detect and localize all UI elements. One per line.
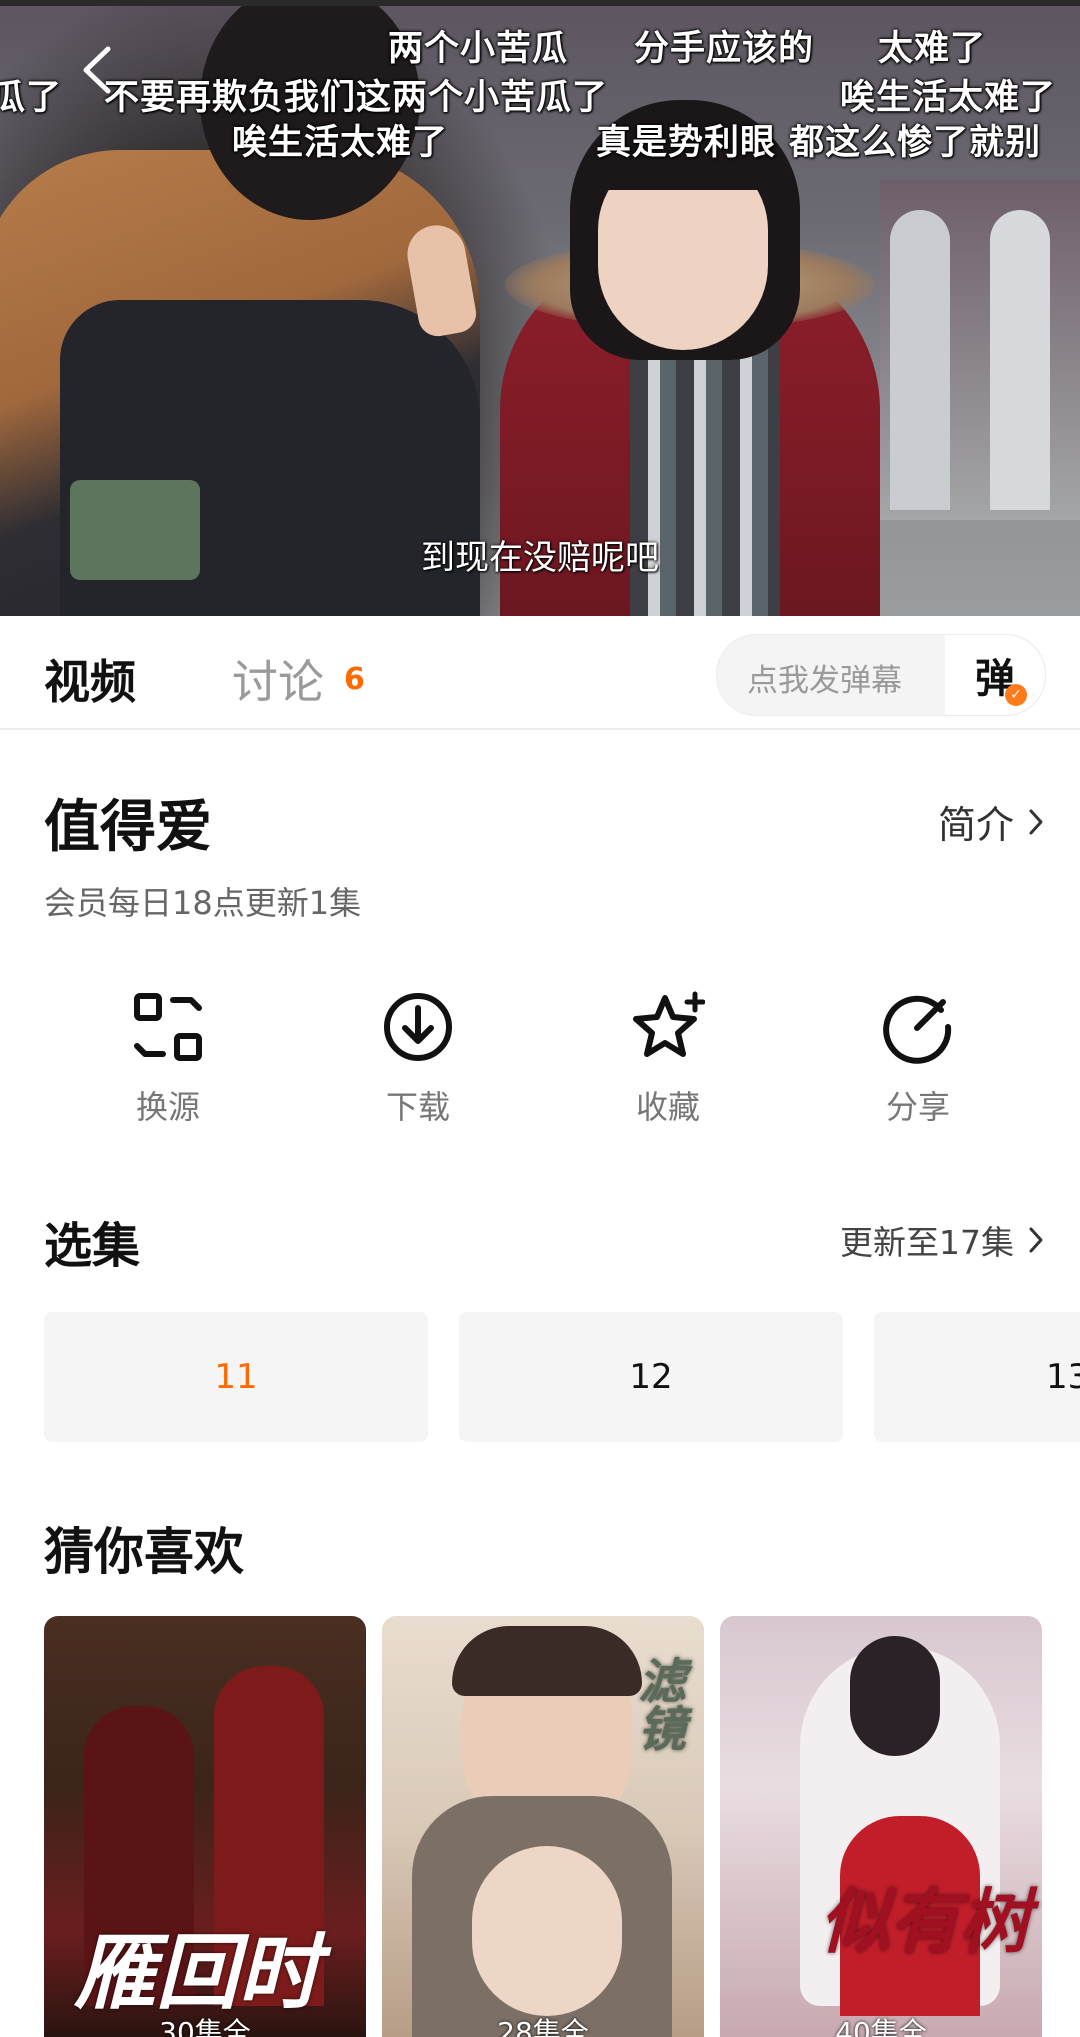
danmaku-input[interactable]: 点我发弹幕 xyxy=(747,655,902,700)
danmaku-comment: 分手应该的 xyxy=(634,29,815,69)
chevron-right-icon xyxy=(1029,809,1043,834)
video-subtitle: 到现在没赔呢吧 xyxy=(421,538,659,578)
back-button[interactable] xyxy=(72,40,122,100)
intro-link[interactable]: 简介 xyxy=(938,794,1044,849)
discuss-count-badge: 6 xyxy=(344,662,365,697)
show-title: 值得爱 xyxy=(44,795,212,860)
episode-item[interactable]: 13 xyxy=(874,1312,1080,1442)
check-badge-icon: ✓ xyxy=(1005,684,1027,706)
episodes-more-link[interactable]: 更新至17集 xyxy=(840,1216,1044,1264)
episodes-update-label: 更新至17集 xyxy=(840,1223,1014,1262)
poster-caption: 40集全 xyxy=(835,2016,927,2037)
switch-source-button[interactable]: 换源 xyxy=(88,990,248,1128)
action-label: 下载 xyxy=(385,1088,450,1126)
recommend-list: 雁回时 30集全 滤镜 28集全 似有树 40集全 xyxy=(44,1616,1080,2037)
recommend-title: 猜你喜欢 xyxy=(44,1523,244,1581)
tab-bar: 视频 讨论 6 点我发弹幕 弹 ✓ xyxy=(0,616,1080,730)
download-icon xyxy=(384,993,452,1061)
action-label: 分享 xyxy=(885,1088,950,1126)
danmaku-comment: 两个小苦瓜 xyxy=(388,29,569,69)
poster-card[interactable]: 似有树 40集全 xyxy=(720,1616,1042,2037)
poster-calligraphy: 滤镜 xyxy=(629,1656,685,1752)
episode-item[interactable]: 12 xyxy=(459,1312,843,1442)
video-player[interactable]: 两个小苦瓜 分手应该的 太难了 瓜了 不要再欺负我们这两个小苦瓜了 唉生活太难了… xyxy=(0,0,1080,616)
danmaku-comment: 不要再欺负我们这两个小苦瓜了 xyxy=(104,78,609,118)
poster-card[interactable]: 雁回时 30集全 xyxy=(44,1616,366,2037)
tab-video[interactable]: 视频 xyxy=(44,646,136,712)
episode-item[interactable]: 11 xyxy=(44,1312,428,1442)
switch-source-icon xyxy=(134,993,202,1061)
poster-caption: 30集全 xyxy=(159,2016,251,2037)
danmaku-toggle-button[interactable]: 弹 ✓ xyxy=(945,635,1045,715)
poster-calligraphy: 似有树 xyxy=(820,1880,1030,1963)
danmaku-comment: 唉生活太难了 xyxy=(232,123,449,163)
danmaku-comment: 瓜了 xyxy=(0,78,63,118)
share-button[interactable]: 分享 xyxy=(838,990,998,1128)
danmaku-input-box[interactable]: 点我发弹幕 弹 ✓ xyxy=(716,634,1046,716)
danmaku-comment: 太难了 xyxy=(878,29,987,69)
episode-list[interactable]: 11 12 13 xyxy=(44,1312,1080,1442)
download-button[interactable]: 下载 xyxy=(338,990,498,1128)
poster-calligraphy: 雁回时 xyxy=(74,1925,320,2021)
poster-caption: 28集全 xyxy=(497,2016,589,2037)
poster-hair xyxy=(850,1636,940,1756)
danmaku-icon: 弹 ✓ xyxy=(975,646,1027,706)
action-label: 换源 xyxy=(135,1088,200,1126)
poster-face xyxy=(472,1846,622,2016)
update-schedule: 会员每日18点更新1集 xyxy=(44,884,362,922)
intro-label: 简介 xyxy=(937,803,1014,847)
scene-pillar xyxy=(890,210,950,510)
favorite-button[interactable]: 收藏 xyxy=(588,990,748,1128)
chevron-left-icon xyxy=(83,46,111,94)
danmaku-comment: 唉生活太难了 xyxy=(840,78,1057,118)
chevron-right-icon xyxy=(1029,1227,1043,1253)
star-favorite-icon xyxy=(633,991,705,1057)
share-icon xyxy=(883,995,952,1064)
tab-discuss[interactable]: 讨论 xyxy=(232,646,324,712)
action-label: 收藏 xyxy=(635,1088,700,1126)
status-strip xyxy=(0,0,1080,6)
episodes-title: 选集 xyxy=(44,1218,141,1274)
danmaku-comment: 真是势利眼 都这么惨了就别 xyxy=(596,123,1042,163)
action-row: 换源 下载 收藏 分享 xyxy=(0,990,1080,1140)
scene-pillar xyxy=(990,210,1050,510)
poster-card[interactable]: 滤镜 28集全 xyxy=(382,1616,704,2037)
poster-hair xyxy=(452,1626,642,1696)
